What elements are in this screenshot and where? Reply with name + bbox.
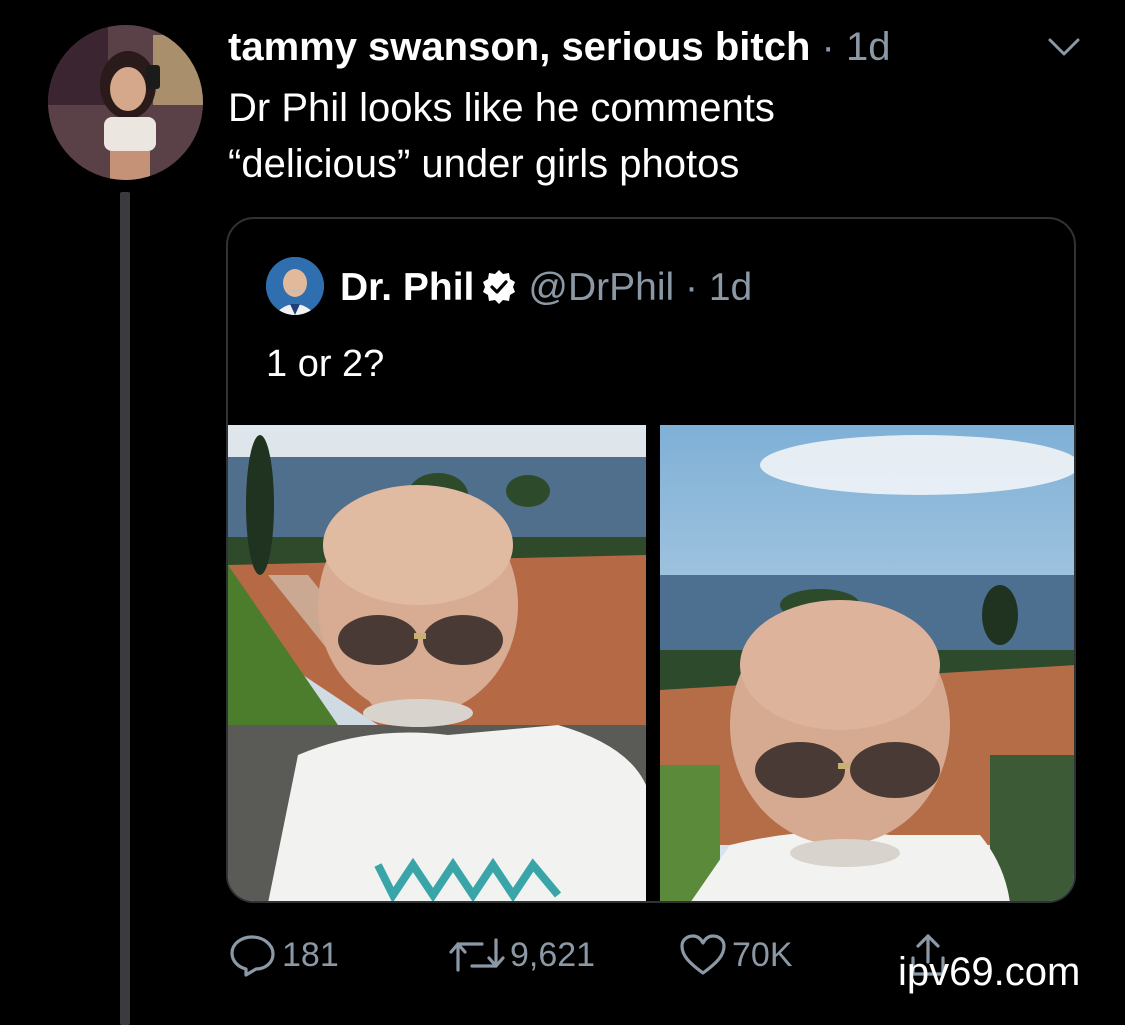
quoted-tweet-card[interactable]: Dr. Phil @DrPhil · 1d 1 or 2? <box>226 217 1076 903</box>
author-name[interactable]: tammy swanson, serious bitch <box>228 25 810 69</box>
reply-icon <box>230 935 275 977</box>
retweet-button[interactable]: 9,621 <box>448 925 595 981</box>
like-count: 70K <box>732 936 793 975</box>
thread-line <box>120 192 130 1025</box>
tweet-text: Dr Phil looks like he comments “deliciou… <box>228 80 1048 192</box>
quoted-photo-2[interactable] <box>660 425 1074 901</box>
heart-icon <box>680 934 726 975</box>
quoted-tweet-text: 1 or 2? <box>266 343 385 385</box>
quoted-author-handle[interactable]: @DrPhil <box>528 266 674 309</box>
header-separator: · <box>821 25 835 69</box>
reply-count: 181 <box>282 936 339 975</box>
tweet-text-line-2: “delicious” under girls photos <box>228 142 740 186</box>
tweet-time[interactable]: 1d <box>846 25 891 69</box>
retweet-icon <box>449 938 505 972</box>
quoted-tweet-header: Dr. Phil @DrPhil · 1d <box>340 263 752 313</box>
tweet-header: tammy swanson, serious bitch · 1d <box>228 22 1028 72</box>
like-button[interactable]: 70K <box>678 925 793 981</box>
verified-badge-icon <box>480 268 518 306</box>
quoted-photo-1[interactable] <box>228 425 646 901</box>
chevron-down-icon[interactable] <box>1044 34 1084 62</box>
quoted-header-separator: · <box>685 266 698 309</box>
reply-button[interactable]: 181 <box>228 925 339 981</box>
quoted-tweet-time[interactable]: 1d <box>709 266 752 309</box>
author-avatar[interactable] <box>48 25 203 180</box>
quoted-author-avatar[interactable] <box>266 257 324 315</box>
quoted-author-name[interactable]: Dr. Phil <box>340 266 474 309</box>
watermark: ipv69.com <box>898 950 1081 994</box>
retweet-count: 9,621 <box>510 936 596 975</box>
tweet-text-line-1: Dr Phil looks like he comments <box>228 86 775 130</box>
